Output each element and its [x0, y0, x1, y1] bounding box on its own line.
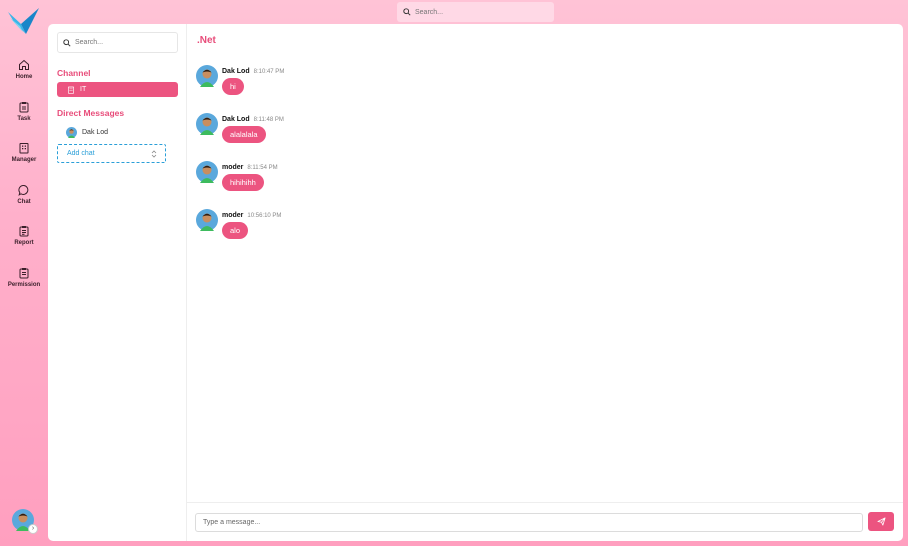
main-card: Search... Channel IT Direct Messages Dak… — [48, 24, 903, 541]
message-input[interactable] — [195, 513, 863, 532]
chevron-up-down-icon — [151, 149, 157, 158]
building-icon — [68, 86, 74, 94]
home-icon — [19, 59, 29, 70]
top-search-placeholder: Search... — [415, 8, 444, 16]
clipboard-icon — [19, 101, 29, 112]
message-item: moder 8:11:54 PM hihihihh — [196, 161, 278, 191]
message-time: 10:56:10 PM — [247, 213, 282, 219]
dm-section-title: Direct Messages — [57, 108, 125, 118]
building-icon — [19, 143, 29, 154]
message-author: moder — [222, 212, 244, 219]
user-avatar[interactable]: › — [12, 509, 38, 534]
permission-icon — [19, 267, 29, 278]
nav-label: Chat — [17, 198, 31, 205]
add-chat-label: Add chat — [67, 150, 95, 157]
left-nav: Home Task Manager Chat Report Permission — [0, 55, 48, 304]
channel-item-it[interactable]: IT — [57, 82, 178, 97]
nav-task[interactable]: Task — [0, 97, 48, 139]
message-bubble: alo — [222, 222, 249, 239]
nav-label: Permission — [7, 281, 41, 288]
dm-item-dak-lod[interactable]: Dak Lod — [57, 126, 178, 139]
app-logo — [8, 8, 39, 34]
avatar — [66, 127, 77, 138]
message-time: 8:11:48 PM — [253, 117, 284, 123]
chat-sidebar: Search... Channel IT Direct Messages Dak… — [48, 24, 187, 541]
nav-label: Task — [17, 115, 31, 122]
sidebar-search-input[interactable]: Search... — [57, 32, 178, 53]
nav-label: Home — [15, 74, 33, 80]
message-item: Dak Lod 8:11:48 PM alalalala — [196, 113, 284, 143]
nav-chat[interactable]: Chat — [0, 180, 48, 222]
channel-section-title: Channel — [57, 68, 91, 78]
channel-label: IT — [80, 86, 87, 93]
message-author: Dak Lod — [222, 68, 250, 75]
message-author: Dak Lod — [222, 116, 250, 123]
nav-label: Report — [14, 240, 34, 246]
chevron-right-icon[interactable]: › — [28, 524, 38, 534]
message-bubble: hihihihh — [222, 174, 264, 191]
avatar — [196, 161, 218, 183]
nav-permission[interactable]: Permission — [0, 263, 48, 305]
chat-bubble-icon — [18, 184, 29, 196]
chat-title: .Net — [197, 35, 216, 46]
nav-report[interactable]: Report — [0, 221, 48, 263]
nav-label: Manager — [11, 157, 37, 163]
avatar — [196, 65, 218, 87]
message-composer — [187, 502, 903, 541]
search-icon — [63, 38, 71, 47]
avatar — [196, 209, 218, 231]
nav-home[interactable]: Home — [0, 55, 48, 97]
nav-manager[interactable]: Manager — [0, 138, 48, 180]
message-item: moder 10:56:10 PM alo — [196, 209, 281, 239]
top-search-bar[interactable]: Search... — [397, 2, 554, 22]
message-time: 8:10:47 PM — [253, 69, 285, 75]
avatar — [196, 113, 218, 135]
report-icon — [19, 226, 29, 237]
message-time: 8:11:54 PM — [247, 165, 278, 171]
dm-label: Dak Lod — [82, 129, 109, 136]
message-author: moder — [222, 164, 244, 171]
sidebar-search-placeholder: Search... — [75, 39, 104, 46]
add-chat-select[interactable]: Add chat — [57, 144, 166, 163]
send-icon — [876, 517, 886, 526]
message-bubble: alalalala — [222, 126, 266, 143]
chat-panel: .Net Dak Lod 8:10:47 PM hi Dak Lod 8:11:48… — [187, 24, 903, 541]
message-bubble: hi — [222, 78, 244, 95]
message-item: Dak Lod 8:10:47 PM hi — [196, 65, 284, 95]
send-button[interactable] — [868, 512, 894, 531]
search-icon — [403, 8, 411, 16]
